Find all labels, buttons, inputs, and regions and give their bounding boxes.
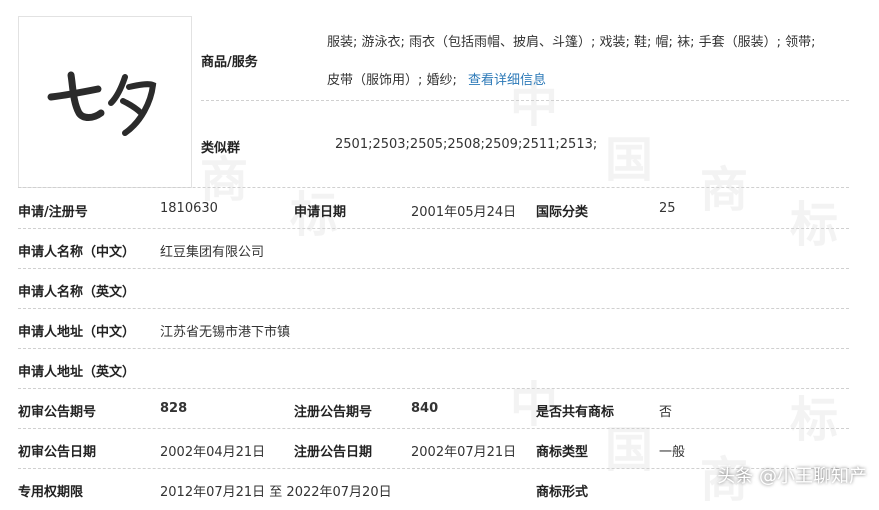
applicant-en-label: 申请人名称（英文） (18, 285, 136, 300)
watermark-char: 国 (605, 132, 654, 188)
reg-no-label: 申请/注册号 (18, 205, 88, 220)
goods-label: 商品/服务 (201, 55, 258, 70)
address-cn-label: 申请人地址（中文） (18, 325, 136, 340)
goods-line-1: 服装; 游泳衣; 雨衣（包括雨帽、披肩、斗篷）; 戏装; 鞋; 帽; 袜; 手套… (327, 35, 816, 50)
type-label: 商标类型 (536, 445, 589, 460)
form-label: 商标形式 (536, 485, 589, 500)
exclusive-value: 2012年07月21日 至 2022年07月20日 (160, 485, 392, 500)
prelim-no-value: 828 (160, 401, 188, 416)
divider (18, 388, 849, 389)
intl-class-label: 国际分类 (536, 205, 589, 220)
trademark-logo-icon (47, 71, 157, 136)
reg-notice-no-label: 注册公告期号 (294, 405, 373, 420)
address-en-label: 申请人地址（英文） (18, 365, 136, 380)
divider (18, 428, 849, 429)
divider (18, 348, 849, 349)
applicant-cn-value: 红豆集团有限公司 (160, 245, 265, 260)
divider (18, 228, 849, 229)
applicant-cn-label: 申请人名称（中文） (18, 245, 136, 260)
type-value: 一般 (659, 445, 686, 460)
divider (18, 308, 849, 309)
goods-line-2: 皮带（服饰用）; 婚纱; (327, 73, 457, 88)
apply-date-label: 申请日期 (294, 205, 347, 220)
prelim-date-label: 初审公告日期 (18, 445, 97, 460)
reg-notice-date-value: 2002年07月21日 (411, 445, 517, 460)
watermark-char: 标 (790, 197, 839, 253)
prelim-date-value: 2002年04月21日 (160, 445, 266, 460)
reg-no-value: 1810630 (160, 201, 218, 216)
address-cn-value: 江苏省无锡市港下市镇 (160, 325, 291, 340)
similar-group-label: 类似群 (201, 141, 241, 156)
watermark-char: 中 (510, 377, 559, 433)
platform-watermark: 头条 @小王聊知产 (717, 466, 867, 487)
reg-notice-date-label: 注册公告日期 (294, 445, 373, 460)
divider (18, 187, 849, 188)
detail-link[interactable]: 查看详细信息 (468, 69, 546, 88)
trademark-image[interactable] (18, 16, 192, 188)
shared-label: 是否共有商标 (536, 405, 615, 420)
exclusive-label: 专用权期限 (18, 485, 84, 500)
divider (201, 100, 849, 101)
watermark-char: 标 (790, 392, 839, 448)
divider (18, 268, 849, 269)
similar-group-value: 2501;2503;2505;2508;2509;2511;2513; (335, 137, 598, 152)
watermark-char: 商 (700, 162, 749, 218)
watermark-char: 国 (605, 422, 654, 478)
shared-value: 否 (659, 405, 673, 420)
prelim-no-label: 初审公告期号 (18, 405, 97, 420)
reg-notice-no-value: 840 (411, 401, 439, 416)
intl-class-value: 25 (659, 201, 676, 216)
apply-date-value: 2001年05月24日 (411, 205, 517, 220)
